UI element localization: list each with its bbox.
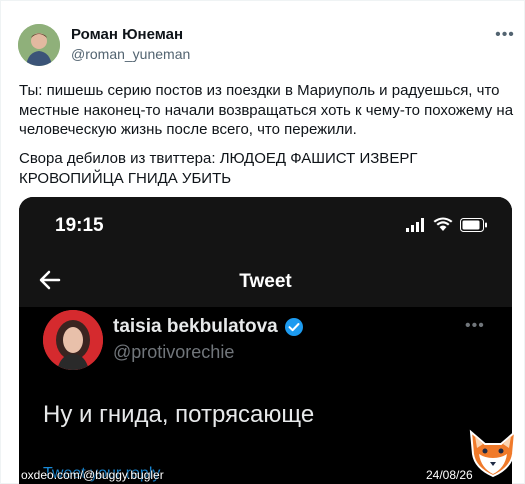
wifi-icon [433,217,453,231]
status-time: 19:15 [55,215,104,236]
status-bar: 19:15 [19,197,512,257]
tweet-text-paragraph-1: Ты: пишешь серию постов из поездки в Мар… [19,82,518,138]
inner-author-name[interactable]: taisia bekbulatova [113,316,304,338]
header-title: Tweet [239,271,292,292]
author-avatar[interactable] [18,24,60,66]
tweet-media-screenshot[interactable]: 19:15 Tweet taisia bekbulatova @protivor… [19,197,512,484]
watermark-text: oxdeo.com/@buggy.bugler [21,468,164,482]
inner-avatar-image [43,310,103,370]
tweet-text-paragraph-2: Свора дебилов из твиттера: ЛЮДОЕД ФАШИСТ… [19,150,422,187]
tweet-header-bar: Tweet [19,257,512,307]
author-name[interactable]: Роман Юнеман [71,26,183,43]
inner-more-options-icon[interactable]: ••• [465,317,485,335]
avatar-image [18,24,60,66]
inner-author-handle[interactable]: @protivorechie [113,342,234,363]
inner-author-avatar[interactable] [43,310,103,370]
more-options-icon[interactable]: ••• [495,25,515,45]
verified-badge-icon [284,318,303,336]
battery-icon [460,217,487,232]
tweet-card: Роман Юнеман @roman_yuneman ••• Ты: пише… [0,0,525,484]
inner-tweet-text: Ну и гнида, потрясающе [43,401,315,428]
inner-author-name-text: taisia bekbulatova [113,316,278,337]
fox-logo-icon [469,429,517,478]
signal-icon [406,217,424,232]
author-handle[interactable]: @roman_yuneman [71,46,190,62]
status-icons [406,217,488,232]
